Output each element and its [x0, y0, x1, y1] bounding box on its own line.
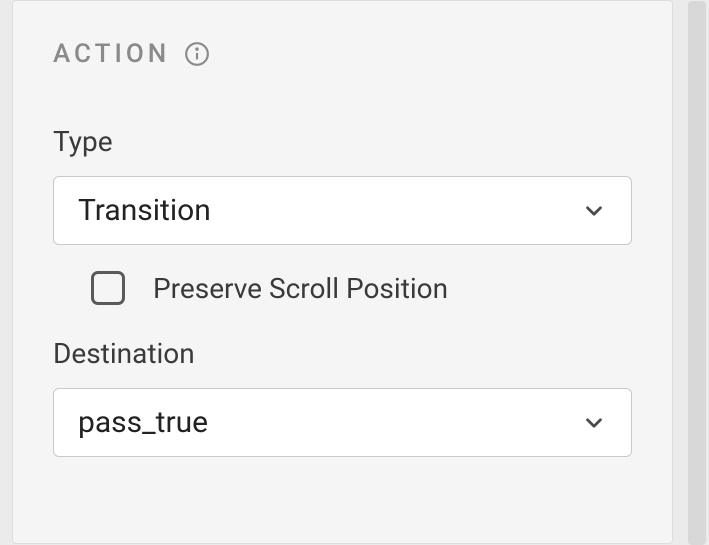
preserve-scroll-label: Preserve Scroll Position	[153, 272, 448, 305]
chevron-down-icon	[581, 198, 607, 224]
info-icon[interactable]	[184, 41, 210, 67]
type-field: Type Transition	[53, 125, 632, 245]
preserve-scroll-row: Preserve Scroll Position	[53, 271, 632, 305]
section-header: ACTION	[53, 39, 632, 69]
scrollbar[interactable]	[688, 1, 706, 545]
type-select-value: Transition	[78, 193, 211, 228]
destination-field: Destination pass_true	[53, 337, 632, 457]
action-panel: ACTION Type Transition Preserve Scroll P…	[12, 0, 673, 544]
type-select[interactable]: Transition	[53, 176, 632, 245]
destination-select-value: pass_true	[78, 405, 208, 440]
destination-label: Destination	[53, 337, 632, 370]
chevron-down-icon	[581, 410, 607, 436]
preserve-scroll-checkbox[interactable]	[91, 271, 125, 305]
section-title: ACTION	[53, 39, 170, 69]
type-label: Type	[53, 125, 632, 158]
destination-select[interactable]: pass_true	[53, 388, 632, 457]
